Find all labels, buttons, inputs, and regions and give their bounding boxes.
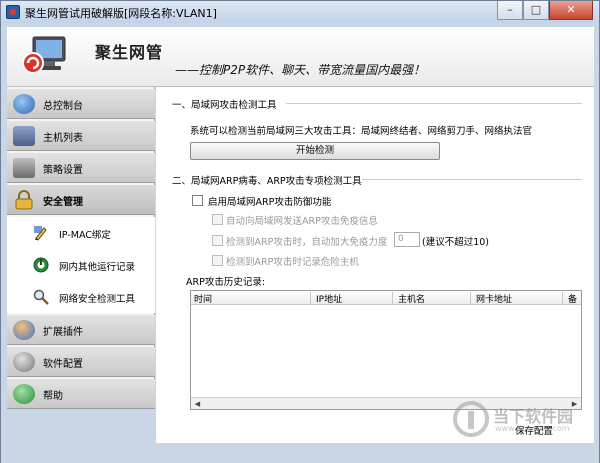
section2-divider [362, 179, 582, 180]
sidebar-sub-item-label: 网络安全检测工具 [59, 294, 136, 305]
start-detect-button[interactable]: 开始检测 [190, 142, 440, 160]
sidebar-sub-item-security-scan[interactable]: 网络安全检测工具 [7, 281, 155, 313]
column-header-time[interactable]: 时间 [191, 292, 311, 305]
send-immunity-checkbox[interactable] [212, 214, 223, 225]
record-icon [33, 257, 49, 273]
globe-console-icon [13, 94, 35, 114]
sidebar-item-label: 总控制台 [43, 101, 83, 112]
sidebar-item-security[interactable]: 安全管理 [7, 185, 155, 215]
section2-heading: 二、局域网ARP病毒、ARP攻击专项检测工具 [172, 176, 362, 187]
policy-icon [13, 158, 35, 178]
column-header-mac[interactable]: 网卡地址 [473, 292, 563, 305]
immunity-level-hint: (建议不超过10) [422, 237, 490, 248]
close-button[interactable]: ✕ [549, 1, 593, 20]
sidebar: 总控制台 主机列表 策略设置 安全管理 IP-MAC绑定 网内其他运行记录 网络… [7, 87, 155, 409]
config-icon [13, 352, 35, 372]
monitor-logo-icon [22, 36, 66, 74]
sidebar-sub-item-records[interactable]: 网内其他运行记录 [7, 249, 155, 281]
sidebar-item-label: 软件配置 [43, 359, 83, 370]
pen-icon [34, 226, 47, 241]
sidebar-item-host-list[interactable]: 主机列表 [7, 121, 155, 151]
watermark-url: www.downxia.com [495, 424, 570, 433]
plugin-icon [13, 320, 35, 340]
sidebar-item-policy[interactable]: 策略设置 [7, 153, 155, 183]
sidebar-sub-item-label: 网内其他运行记录 [59, 262, 136, 273]
record-danger-host-label: 检测到ARP攻击时记录危险主机 [226, 257, 359, 268]
sidebar-item-plugins[interactable]: 扩展插件 [7, 315, 155, 345]
scroll-left-arrow-icon[interactable]: ◀ [192, 399, 203, 409]
sidebar-item-label: 帮助 [43, 391, 63, 402]
immunity-level-input[interactable]: 0 [394, 232, 420, 247]
main-panel: 一、局域网攻击检测工具 系统可以检测当前局域网三大攻击工具：局域网终结者、网络剪… [156, 87, 594, 443]
title-bar[interactable]: 聚生网管试用破解版[网段名称:VLAN1] – □ ✕ [1, 1, 599, 23]
app-logo-icon [6, 5, 20, 19]
sidebar-item-console[interactable]: 总控制台 [7, 89, 155, 119]
help-icon [13, 384, 35, 404]
sidebar-item-label: 扩展插件 [43, 327, 83, 338]
send-immunity-label: 自动向局域网发送ARP攻击免疫信息 [226, 216, 378, 227]
increase-immunity-checkbox[interactable] [212, 235, 223, 246]
window-controls: – □ ✕ [497, 1, 593, 20]
section1-divider [286, 103, 582, 104]
sidebar-sub-item-ip-mac[interactable]: IP-MAC绑定 [7, 217, 155, 249]
magnifier-icon [33, 289, 49, 305]
window-title: 聚生网管试用破解版[网段名称:VLAN1] [25, 7, 217, 20]
sidebar-item-label: 安全管理 [43, 197, 83, 208]
arp-history-table[interactable]: 时间 IP地址 主机名 网卡地址 备 ◀ ▶ [190, 290, 582, 410]
arp-history-label: ARP攻击历史记录: [186, 277, 266, 288]
header-banner: 聚生网管 ——控制P2P软件、聊天、带宽流量国内最强！ [7, 27, 594, 87]
arp-history-table-header: 时间 IP地址 主机名 网卡地址 备 [191, 291, 581, 305]
sidebar-item-label: 策略设置 [43, 165, 83, 176]
section1-description: 系统可以检测当前局域网三大攻击工具：局域网终结者、网络剪刀手、网络执法官 [190, 126, 533, 137]
column-header-ip[interactable]: IP地址 [313, 292, 393, 305]
enable-arp-defense-checkbox[interactable] [192, 195, 203, 206]
sidebar-item-help[interactable]: 帮助 [7, 379, 155, 409]
record-danger-host-checkbox[interactable] [212, 255, 223, 266]
section1-heading: 一、局域网攻击检测工具 [172, 100, 277, 111]
enable-arp-defense-label: 启用局域网ARP攻击防御功能 [208, 197, 332, 208]
watermark-logo-icon [453, 401, 489, 437]
sidebar-item-label: 主机列表 [43, 133, 83, 144]
sidebar-item-config[interactable]: 软件配置 [7, 347, 155, 377]
column-header-note[interactable]: 备 [565, 292, 581, 305]
increase-immunity-label: 检测到ARP攻击时，自动加大免疫力度 [226, 237, 388, 248]
minimize-button[interactable]: – [497, 1, 523, 20]
host-list-icon [13, 126, 35, 146]
column-header-hostname[interactable]: 主机名 [395, 292, 471, 305]
product-title: 聚生网管 [95, 43, 164, 62]
product-slogan: ——控制P2P软件、聊天、带宽流量国内最强！ [175, 63, 426, 77]
app-window: 聚生网管试用破解版[网段名称:VLAN1] – □ ✕ 聚生网管 ——控制P2P… [0, 0, 600, 463]
watermark: 当下软件园 www.downxia.com [453, 397, 593, 449]
maximize-button[interactable]: □ [523, 1, 549, 20]
sidebar-sub-item-label: IP-MAC绑定 [59, 230, 111, 241]
lock-icon [15, 190, 33, 210]
